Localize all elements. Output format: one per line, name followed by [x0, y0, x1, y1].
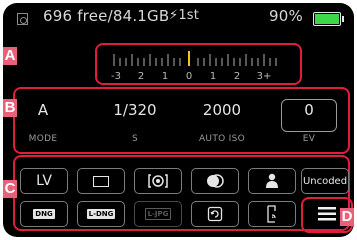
exposure-scale-labels: -3 2 1 0 1 2 3+ — [100, 71, 296, 85]
scale-label: -3 — [111, 71, 121, 82]
storage-status: 696 free/84.1GB — [43, 7, 170, 25]
image-stabilization-button[interactable] — [191, 201, 239, 227]
ev-setting[interactable]: 0 EV — [274, 99, 344, 144]
exposure-scale: -3 2 1 0 1 2 3+ — [100, 48, 296, 88]
metering-button[interactable] — [134, 168, 182, 194]
mode-value: A — [37, 101, 49, 119]
lens-profile-label: Uncoded — [302, 175, 348, 187]
l-dng-label: L-DNG — [86, 209, 116, 219]
phone-icon — [267, 205, 276, 223]
mode-label: MODE — [28, 134, 58, 144]
ev-label: EV — [302, 134, 316, 144]
battery-icon — [313, 12, 344, 26]
smartphone-connect-button[interactable] — [248, 201, 296, 227]
scale-label: 1 — [161, 71, 169, 82]
user-icon — [266, 173, 278, 188]
scale-label: 0 — [185, 71, 193, 82]
user-profile-button[interactable] — [248, 168, 296, 194]
iso-label: AUTO ISO — [198, 134, 246, 144]
mode-setting[interactable]: A MODE — [8, 99, 78, 144]
l-dng-format-button[interactable]: L-DNG — [77, 201, 125, 227]
label-a: A — [3, 47, 17, 65]
memory-card-icon — [17, 13, 28, 25]
color-style-icon — [207, 174, 224, 188]
live-view-label: LV — [36, 173, 52, 189]
camera-screen: 696 free/84.1GB ⚡1st 90% A -3 2 1 0 1 2 … — [3, 3, 354, 237]
shutter-label: S — [131, 134, 138, 144]
label-c: C — [3, 180, 17, 198]
menu-icon — [318, 207, 336, 221]
scale-label: 1 — [209, 71, 217, 82]
shutter-setting[interactable]: 1/320 S — [100, 99, 170, 144]
exposure-scale-ticks — [113, 51, 277, 66]
scale-label: 3+ — [256, 71, 272, 82]
stabilization-icon — [207, 206, 223, 222]
ev-value: 0 — [304, 101, 314, 119]
iso-value: 2000 — [202, 101, 242, 119]
dng-label: DNG — [33, 209, 55, 219]
live-view-button[interactable]: LV — [20, 168, 68, 194]
label-d: D — [340, 208, 354, 226]
film-style-button[interactable] — [191, 168, 239, 194]
battery-percent: 90% — [269, 7, 303, 25]
aspect-ratio-button[interactable] — [77, 168, 125, 194]
iso-setting[interactable]: 2000 AUTO ISO — [187, 99, 257, 144]
dng-format-button[interactable]: DNG — [20, 201, 68, 227]
l-jpg-label: L-JPG — [144, 208, 172, 220]
scale-label: 2 — [137, 71, 145, 82]
lens-profile-button[interactable]: Uncoded — [301, 168, 349, 194]
scale-label: 2 — [233, 71, 241, 82]
l-jpg-format-button[interactable]: L-JPG — [134, 201, 182, 227]
flash-status: ⚡1st — [169, 8, 200, 23]
shutter-value: 1/320 — [113, 101, 157, 119]
metering-icon — [148, 174, 168, 188]
frame-icon — [93, 175, 109, 187]
